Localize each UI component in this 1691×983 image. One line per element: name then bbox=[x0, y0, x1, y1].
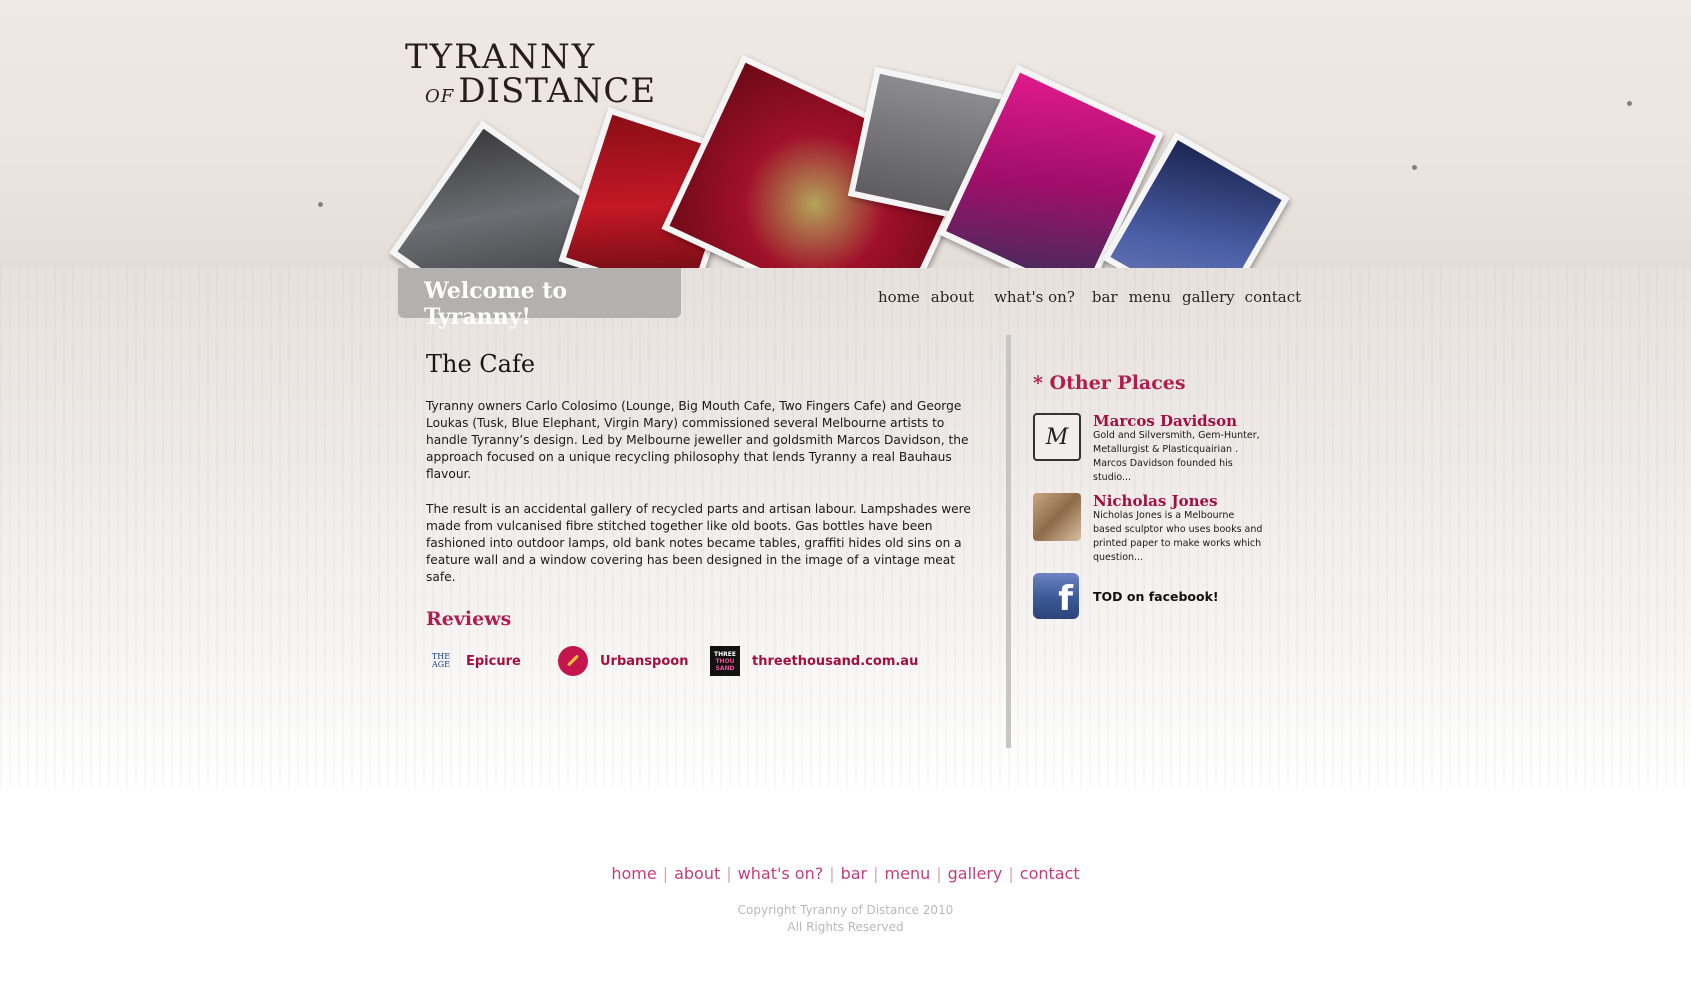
nav-home[interactable]: home bbox=[878, 288, 920, 306]
paper-speck bbox=[1627, 101, 1632, 106]
footer-nav-bar[interactable]: bar bbox=[841, 864, 868, 883]
place-description: Gold and Silversmith, Gem-Hunter, Metall… bbox=[1093, 430, 1260, 483]
footer-nav-home[interactable]: home bbox=[611, 864, 656, 883]
threethousand-icon: THREE THOU SAND bbox=[710, 646, 740, 676]
nav-bar[interactable]: bar bbox=[1092, 288, 1118, 306]
place-description: Nicholas Jones is a Melbourne based scul… bbox=[1093, 510, 1263, 563]
facebook-icon: f bbox=[1033, 573, 1079, 619]
rights-line: All Rights Reserved bbox=[787, 920, 904, 934]
separator: | bbox=[662, 864, 669, 883]
place-nicholas-jones[interactable]: Nicholas Jones Nicholas Jones is a Melbo… bbox=[1033, 493, 1263, 565]
separator: | bbox=[1008, 864, 1014, 883]
footer-nav-gallery[interactable]: gallery bbox=[948, 864, 1003, 883]
threethousand-icon-text: THREE bbox=[714, 650, 736, 658]
footer-nav-menu[interactable]: menu bbox=[885, 864, 931, 883]
paper-speck bbox=[1412, 165, 1417, 170]
review-label: Urbanspoon bbox=[600, 653, 689, 669]
footer-nav-about[interactable]: about bbox=[674, 864, 720, 883]
place-name: Nicholas Jones bbox=[1093, 492, 1218, 510]
footer-nav-contact[interactable]: contact bbox=[1020, 864, 1080, 883]
nav-whats-on[interactable]: what's on? bbox=[994, 288, 1075, 306]
the-age-icon: THE AGE bbox=[428, 646, 454, 676]
the-age-icon-text: AGE bbox=[431, 660, 450, 669]
separator: | bbox=[726, 864, 732, 883]
nav-menu[interactable]: menu bbox=[1129, 288, 1171, 306]
review-label: threethousand.com.au bbox=[752, 653, 919, 669]
paper-speck bbox=[318, 202, 323, 207]
header-banner: TYRANNY OF DISTANCE bbox=[0, 0, 1691, 268]
logo-line-2: OF DISTANCE bbox=[405, 74, 656, 114]
thumb-glyph: M bbox=[1045, 424, 1069, 450]
copyright-line: Copyright Tyranny of Distance 2010 bbox=[737, 903, 954, 917]
place-text: Nicholas Jones Nicholas Jones is a Melbo… bbox=[1093, 493, 1263, 565]
separator: | bbox=[873, 864, 879, 883]
place-name: Marcos Davidson bbox=[1093, 412, 1238, 430]
facebook-link[interactable]: f TOD on facebook! bbox=[1033, 573, 1219, 619]
result-paragraph: The result is an accidental gallery of r… bbox=[426, 502, 971, 584]
footer-navigation: home | about | what's on? | bar | menu | gallery | c… bbox=[0, 864, 1691, 883]
other-places-heading: * Other Places bbox=[1033, 372, 1186, 394]
site-logo[interactable]: TYRANNY OF DISTANCE bbox=[405, 40, 656, 114]
review-epicure-link[interactable]: THE AGE Epicure bbox=[428, 646, 521, 676]
nicholas-jones-thumbnail bbox=[1033, 493, 1081, 541]
place-text: Marcos Davidson Gold and Silversmith, Ge… bbox=[1093, 413, 1263, 485]
logo-line-1: TYRANNY bbox=[405, 37, 597, 77]
column-divider bbox=[1006, 335, 1011, 748]
footer-nav-whats-on[interactable]: what's on? bbox=[738, 864, 824, 883]
intro-paragraph: Tyranny owners Carlo Colosimo (Lounge, B… bbox=[426, 399, 969, 481]
marcos-davidson-logo-icon: M bbox=[1033, 413, 1081, 461]
separator: | bbox=[936, 864, 942, 883]
urbanspoon-icon bbox=[558, 646, 588, 676]
separator: | bbox=[829, 864, 835, 883]
threethousand-icon-text: THOU bbox=[715, 657, 735, 665]
welcome-tab: Welcome to Tyranny! bbox=[398, 268, 681, 330]
review-threethousand-link[interactable]: THREE THOU SAND threethousand.com.au bbox=[710, 646, 918, 676]
logo-of: OF bbox=[425, 86, 455, 107]
copyright: Copyright Tyranny of Distance 2010 All R… bbox=[0, 902, 1691, 936]
place-marcos-davidson[interactable]: M Marcos Davidson Gold and Silversmith, … bbox=[1033, 413, 1263, 485]
threethousand-icon-text: SAND bbox=[715, 664, 735, 672]
top-navigation: home about what's on? bar menu gallery c… bbox=[878, 288, 1301, 306]
nav-gallery[interactable]: gallery bbox=[1182, 288, 1235, 306]
main-content: The Cafe Tyranny owners Carlo Colosimo (… bbox=[426, 350, 981, 604]
nav-about[interactable]: about bbox=[931, 288, 974, 306]
review-label: Epicure bbox=[466, 653, 521, 669]
logo-distance: DISTANCE bbox=[458, 71, 657, 111]
page-title: The Cafe bbox=[426, 350, 536, 378]
reviews-heading: Reviews bbox=[426, 608, 512, 630]
facebook-label: TOD on facebook! bbox=[1093, 588, 1219, 604]
nav-contact[interactable]: contact bbox=[1245, 288, 1302, 306]
review-urbanspoon-link[interactable]: Urbanspoon bbox=[558, 646, 688, 676]
